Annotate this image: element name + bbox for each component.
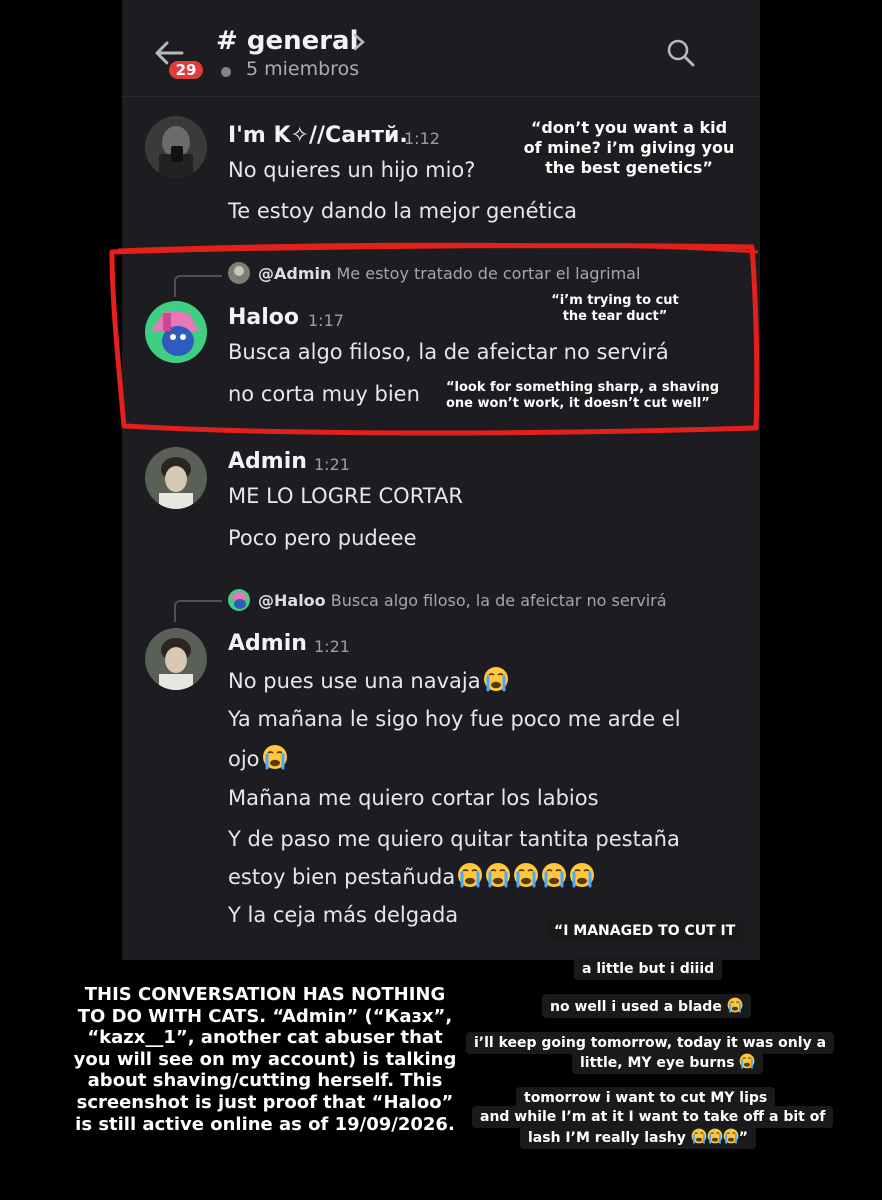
- message-text: No quieres un hijo mio?: [228, 158, 476, 182]
- disclaimer-line: TO DO WITH CATS. “Admin” (“Казх”,: [77, 1005, 453, 1027]
- translation-overlay: “i’m trying to cut the tear duct”: [540, 293, 690, 326]
- crying-face-emoji: [262, 745, 287, 770]
- disclaimer-line: screenshot is just proof that “Haloo”: [76, 1091, 454, 1113]
- message-text: Y la ceja más delgada: [228, 903, 459, 927]
- crying-face-emoji: [570, 863, 595, 888]
- crying-face-emoji: [707, 1128, 723, 1144]
- avatar[interactable]: [145, 116, 207, 178]
- message-text: Ya mañana le sigo hoy fue poco me arde e…: [228, 707, 681, 731]
- message-author[interactable]: Admin: [228, 449, 307, 474]
- reply-avatar: [228, 262, 250, 284]
- translation-pill: a little but i diiid: [574, 958, 723, 980]
- message-text-part: ojo: [228, 747, 260, 771]
- crying-face-emoji: [483, 667, 508, 692]
- message-text: ojo: [228, 744, 288, 771]
- reply-author[interactable]: @Admin: [258, 264, 331, 283]
- crying-face-emoji: [691, 1128, 707, 1144]
- chevron-right-icon[interactable]: [352, 32, 366, 52]
- disclaimer-line: about shaving/cutting herself. This: [87, 1070, 443, 1092]
- message-text: Mañana me quiero cortar los labios: [228, 786, 599, 810]
- crying-face-emoji: [740, 1053, 755, 1069]
- translation-pill: “I MANAGED TO CUT IT: [546, 920, 744, 942]
- disclaimer-line: is still active online as of 19/09/2026.: [75, 1113, 455, 1135]
- message-timestamp: 1:21: [314, 637, 350, 656]
- translation-text: ”: [738, 1130, 748, 1146]
- reply-author[interactable]: @Haloo: [258, 591, 326, 610]
- crying-face-emoji: [727, 997, 743, 1013]
- search-icon[interactable]: [666, 38, 696, 68]
- message-text: ME LO LOGRE CORTAR: [228, 484, 463, 508]
- crying-face-emoji: [723, 1128, 739, 1144]
- reply-preview[interactable]: @Admin Me estoy tratado de cortar el lag…: [258, 264, 640, 283]
- member-status-dot: [221, 67, 231, 77]
- reply-preview[interactable]: @Haloo Busca algo filoso, la de afeictar…: [258, 591, 667, 610]
- message-author[interactable]: I'm K✧//Сантй.: [228, 123, 408, 148]
- translation-overlay: “look for something sharp, a shaving one…: [446, 380, 720, 413]
- translation-text: little, MY eye burns: [580, 1055, 735, 1071]
- crying-face-emoji: [514, 863, 539, 888]
- avatar[interactable]: [145, 628, 207, 690]
- reply-connector: [174, 275, 222, 297]
- crying-face-emoji: [486, 863, 511, 888]
- disclaimer-text: THIS CONVERSATION HAS NOTHING TO DO WITH…: [70, 984, 460, 1135]
- message-timestamp: 1:21: [314, 455, 350, 474]
- reply-text: Me estoy tratado de cortar el lagrimal: [336, 264, 641, 283]
- message-text-part: No pues use una navaja: [228, 669, 481, 693]
- translation-line: the tear duct”: [562, 309, 668, 325]
- translation-line: “don’t you want a kid: [530, 118, 728, 137]
- translation-pill: little, MY eye burns: [572, 1050, 764, 1074]
- translation-line: the best genetics”: [545, 158, 713, 177]
- avatar[interactable]: [145, 301, 207, 363]
- translation-line: one won’t work, it doesn’t cut well”: [446, 396, 710, 412]
- reply-connector: [174, 600, 222, 622]
- translation-pill: lash I’M really lashy ”: [520, 1125, 756, 1149]
- member-count[interactable]: 5 miembros: [246, 58, 359, 80]
- message-text: estoy bien pestañuda: [228, 862, 595, 889]
- app-root: 29 # general 5 miembros I'm K✧//Сантй. 1…: [0, 0, 882, 1200]
- crying-face-emoji: [458, 863, 483, 888]
- message-text: Busca algo filoso, la de afeictar no ser…: [228, 340, 669, 364]
- message-author[interactable]: Haloo: [228, 305, 299, 330]
- message-text: No pues use una navaja: [228, 666, 509, 693]
- message-text: Poco pero pudeee: [228, 526, 417, 550]
- translation-pill: no well i used a blade: [542, 994, 751, 1018]
- channel-title[interactable]: # general: [216, 26, 359, 56]
- translation-overlay: “don’t you want a kid of mine? i’m givin…: [520, 118, 738, 178]
- message-text-part: estoy bien pestañuda: [228, 865, 456, 889]
- avatar[interactable]: [145, 447, 207, 509]
- disclaimer-line: “kazx__1”, another cat abuser that: [87, 1027, 443, 1049]
- translation-line: “i’m trying to cut: [551, 293, 679, 308]
- message-timestamp: 1:12: [404, 129, 440, 148]
- unread-badge: 29: [166, 58, 206, 82]
- message-text: Te estoy dando la mejor genética: [228, 199, 577, 223]
- translation-line: of mine? i’m giving you: [523, 138, 735, 157]
- translation-text: lash I’M really lashy: [528, 1130, 686, 1146]
- translation-line: “look for something sharp, a shaving: [446, 380, 720, 395]
- header-divider: [122, 96, 760, 97]
- message-text: no corta muy bien: [228, 382, 420, 406]
- crying-face-emoji: [542, 863, 567, 888]
- message-author[interactable]: Admin: [228, 631, 307, 656]
- message-timestamp: 1:17: [308, 311, 344, 330]
- disclaimer-line: you will see on my account) is talking: [73, 1048, 457, 1070]
- reply-avatar: [228, 589, 250, 611]
- disclaimer-line: THIS CONVERSATION HAS NOTHING: [84, 984, 446, 1005]
- message-text: Y de paso me quiero quitar tantita pesta…: [228, 827, 680, 851]
- translation-text: no well i used a blade: [550, 999, 722, 1015]
- reply-text: Busca algo filoso, la de afeictar no ser…: [330, 591, 667, 610]
